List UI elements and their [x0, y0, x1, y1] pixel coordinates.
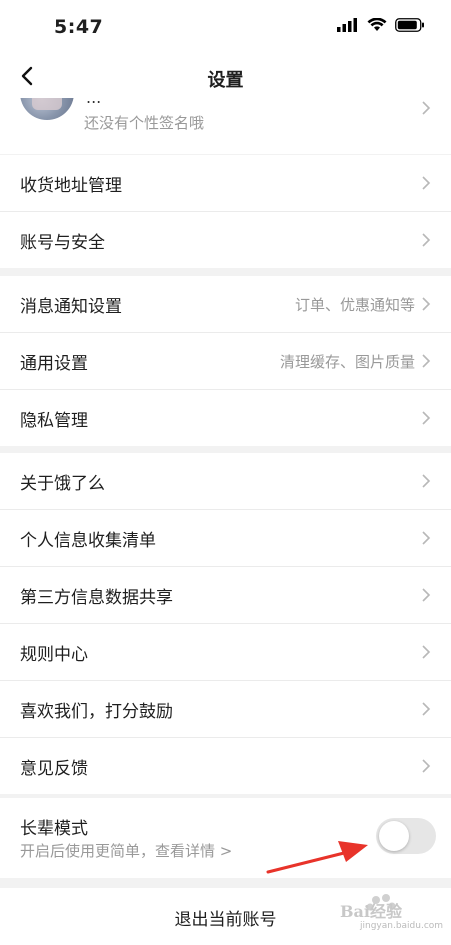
row-label: 第三方信息数据共享: [20, 588, 173, 608]
nickname-fragment: ...: [86, 98, 101, 107]
row-hint: 清理缓存、图片质量: [279, 353, 415, 371]
settings-row-about[interactable]: 关于饿了么: [0, 453, 451, 510]
chevron-right-icon: [422, 101, 431, 115]
status-icons: [337, 18, 425, 32]
row-label: 喜欢我们，打分鼓励: [20, 702, 173, 722]
avatar: [20, 98, 74, 120]
settings-row-notifications[interactable]: 消息通知设置 订单、优惠通知等: [0, 276, 451, 333]
chevron-right-icon: [422, 588, 431, 602]
profile-signature: 还没有个性签名哦: [84, 114, 205, 132]
cellular-signal-icon: [337, 18, 357, 32]
row-label: 个人信息收集清单: [20, 531, 156, 551]
chevron-right-icon: [422, 759, 431, 773]
chevron-right-icon: [422, 354, 431, 368]
settings-row-account-security[interactable]: 账号与安全: [0, 212, 451, 268]
settings-row-privacy[interactable]: 隐私管理: [0, 390, 451, 446]
page-title: 设置: [207, 70, 244, 91]
settings-group-general: 消息通知设置 订单、优惠通知等 通用设置 清理缓存、图片质量 隐私管理: [0, 276, 451, 446]
chevron-right-icon: [422, 474, 431, 488]
row-label: 通用设置: [20, 354, 88, 374]
settings-row-rate-us[interactable]: 喜欢我们，打分鼓励: [0, 681, 451, 738]
status-bar: 5:47: [0, 0, 451, 56]
settings-row-personal-info-list[interactable]: 个人信息收集清单: [0, 510, 451, 567]
wifi-icon: [367, 18, 387, 31]
chevron-right-icon: [422, 645, 431, 659]
toggle-knob: [379, 821, 409, 851]
elder-mode-row: 长辈模式 开启后使用更简单，查看详情 >: [0, 798, 451, 878]
row-label: 关于饿了么: [20, 474, 105, 494]
chevron-right-icon: [422, 233, 431, 247]
status-time: 5:47: [54, 16, 104, 38]
settings-group-account: 收货地址管理 账号与安全: [0, 155, 451, 268]
row-label: 账号与安全: [20, 233, 105, 253]
chevron-right-icon: [422, 531, 431, 545]
settings-row-rules-center[interactable]: 规则中心: [0, 624, 451, 681]
elder-mode-toggle[interactable]: [376, 818, 436, 854]
nav-bar: 设置: [0, 56, 451, 98]
elder-mode-details-link[interactable]: 开启后使用更简单，查看详情 >: [20, 840, 232, 861]
settings-row-general[interactable]: 通用设置 清理缓存、图片质量: [0, 333, 451, 390]
row-label: 收货地址管理: [20, 176, 122, 196]
row-label: 意见反馈: [20, 759, 88, 779]
row-hint: 订单、优惠通知等: [294, 296, 415, 314]
row-label: 规则中心: [20, 645, 88, 665]
watermark-text: Bai经验: [340, 902, 402, 921]
row-label: 隐私管理: [20, 411, 88, 431]
chevron-right-icon: [422, 297, 431, 311]
settings-row-feedback[interactable]: 意见反馈: [0, 738, 451, 794]
settings-row-address[interactable]: 收货地址管理: [0, 155, 451, 212]
elder-mode-title: 长辈模式: [20, 819, 88, 839]
watermark-subtext: jingyan.baidu.com: [360, 921, 444, 931]
settings-row-third-party-sharing[interactable]: 第三方信息数据共享: [0, 567, 451, 624]
chevron-right-icon: [422, 702, 431, 716]
chevron-right-icon: [422, 411, 431, 425]
profile-row[interactable]: ... 还没有个性签名哦: [0, 98, 451, 154]
battery-icon: [395, 18, 424, 32]
chevron-right-icon: [422, 176, 431, 190]
row-label: 消息通知设置: [20, 297, 122, 317]
settings-group-about: 关于饿了么 个人信息收集清单 第三方信息数据共享 规则中心 喜欢我们，打分鼓励 …: [0, 453, 451, 794]
